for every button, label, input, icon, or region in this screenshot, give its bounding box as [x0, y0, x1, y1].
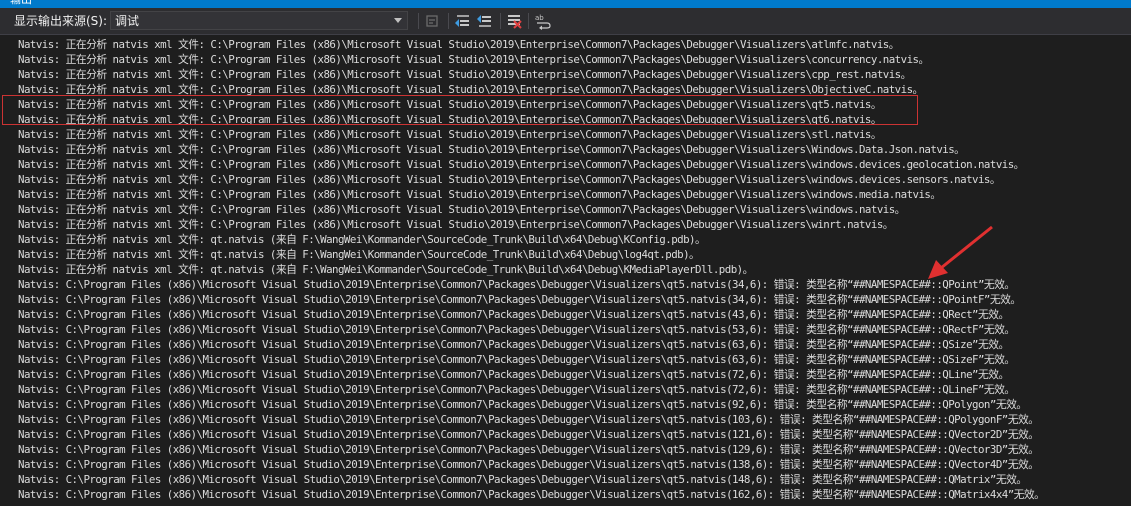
go-to-previous-icon [455, 15, 469, 27]
output-line: Natvis: C:\Program Files (x86)\Microsoft… [18, 338, 1009, 351]
output-line: Natvis: C:\Program Files (x86)\Microsoft… [18, 383, 1015, 396]
output-pane[interactable]: Natvis: 正在分析 natvis xml 文件: C:\Program F… [0, 35, 1131, 506]
toggle-word-wrap-button[interactable]: ab [534, 12, 552, 30]
clear-all-icon [508, 15, 522, 29]
output-line: Natvis: C:\Program Files (x86)\Microsoft… [18, 308, 1009, 321]
source-label: 显示输出来源(S): [14, 14, 108, 28]
output-line: Natvis: 正在分析 natvis xml 文件: C:\Program F… [18, 113, 882, 126]
output-line: Natvis: C:\Program Files (x86)\Microsoft… [18, 488, 1045, 501]
output-line: Natvis: 正在分析 natvis xml 文件: C:\Program F… [18, 173, 1001, 186]
output-line: Natvis: 正在分析 natvis xml 文件: qt.natvis (来… [18, 248, 700, 261]
output-line: Natvis: 正在分析 natvis xml 文件: C:\Program F… [18, 188, 941, 201]
output-line: Natvis: 正在分析 natvis xml 文件: C:\Program F… [18, 38, 900, 51]
output-line: Natvis: C:\Program Files (x86)\Microsoft… [18, 443, 1039, 456]
find-message-icon [426, 15, 438, 27]
toolbar-separator [448, 13, 449, 29]
toolbar-separator [500, 13, 501, 29]
output-line: Natvis: 正在分析 natvis xml 文件: C:\Program F… [18, 143, 965, 156]
toggle-word-wrap-icon: ab [535, 14, 551, 30]
output-line: Natvis: 正在分析 natvis xml 文件: qt.natvis (来… [18, 233, 706, 246]
output-line: Natvis: C:\Program Files (x86)\Microsoft… [18, 473, 1027, 486]
output-line: Natvis: C:\Program Files (x86)\Microsoft… [18, 293, 1021, 306]
output-line: Natvis: C:\Program Files (x86)\Microsoft… [18, 398, 1027, 411]
source-dropdown-value: 调试 [115, 14, 140, 28]
output-lines: Natvis: 正在分析 natvis xml 文件: C:\Program F… [18, 37, 1045, 502]
toolbar-separator [528, 13, 529, 29]
output-line: Natvis: 正在分析 natvis xml 文件: C:\Program F… [18, 158, 1024, 171]
find-message-button[interactable] [424, 12, 442, 30]
go-to-next-icon [477, 15, 491, 27]
output-line: Natvis: C:\Program Files (x86)\Microsoft… [18, 278, 1015, 291]
clear-all-button[interactable] [505, 12, 523, 30]
output-line: Natvis: C:\Program Files (x86)\Microsoft… [18, 413, 1039, 426]
output-line: Natvis: 正在分析 natvis xml 文件: C:\Program F… [18, 128, 882, 141]
output-line: Natvis: C:\Program Files (x86)\Microsoft… [18, 353, 1015, 366]
output-line: Natvis: C:\Program Files (x86)\Microsoft… [18, 323, 1015, 336]
output-line: Natvis: 正在分析 natvis xml 文件: C:\Program F… [18, 83, 923, 96]
output-line: Natvis: C:\Program Files (x86)\Microsoft… [18, 458, 1039, 471]
output-line: Natvis: 正在分析 natvis xml 文件: C:\Program F… [18, 98, 882, 111]
output-line: Natvis: 正在分析 natvis xml 文件: C:\Program F… [18, 203, 905, 216]
panel-title: 输出 [10, 0, 32, 7]
chevron-down-icon[interactable] [394, 18, 402, 23]
go-to-next-button[interactable] [476, 12, 494, 30]
output-line: Natvis: 正在分析 natvis xml 文件: C:\Program F… [18, 218, 894, 231]
svg-text:ab: ab [535, 14, 544, 22]
output-line: Natvis: 正在分析 natvis xml 文件: C:\Program F… [18, 53, 929, 66]
output-line: Natvis: C:\Program Files (x86)\Microsoft… [18, 428, 1039, 441]
toolbar-separator [418, 13, 419, 29]
output-toolbar: 显示输出来源(S): 调试 ab [0, 8, 1131, 35]
source-dropdown[interactable]: 调试 [110, 11, 408, 30]
output-line: Natvis: 正在分析 natvis xml 文件: qt.natvis (来… [18, 263, 753, 276]
output-line: Natvis: C:\Program Files (x86)\Microsoft… [18, 368, 1009, 381]
panel-title-bar: 输出 [0, 0, 1131, 8]
output-line: Natvis: 正在分析 natvis xml 文件: C:\Program F… [18, 68, 911, 81]
go-to-previous-button[interactable] [454, 12, 472, 30]
